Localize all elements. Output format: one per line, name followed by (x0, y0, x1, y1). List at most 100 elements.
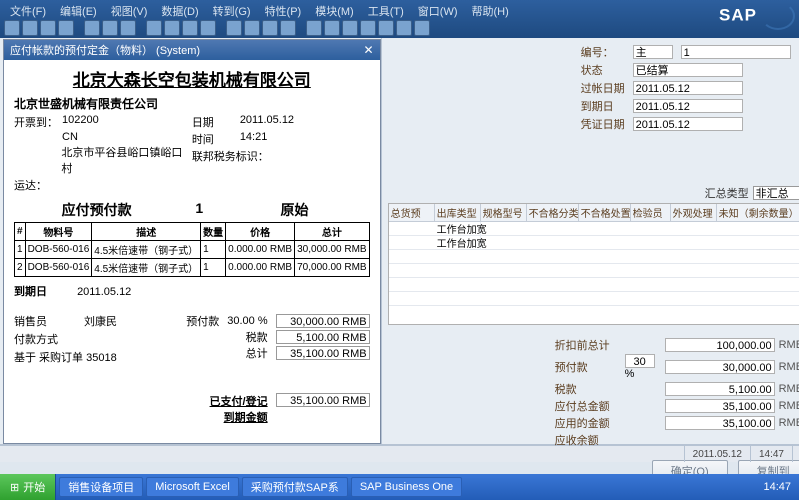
menu-props[interactable]: 特性(P) (261, 2, 306, 20)
tb-misc3-icon[interactable] (342, 20, 358, 36)
tb-nav-prev-icon[interactable] (164, 20, 180, 36)
menu-help[interactable]: 帮助(H) (468, 2, 513, 20)
taskbar-item[interactable]: 采购预付款SAP系 (242, 477, 348, 497)
sales-emp-label: 销售员 (14, 313, 84, 329)
menu-module[interactable]: 模块(M) (311, 2, 358, 20)
cell-total: 30,000.00 RMB (295, 241, 370, 259)
col-tab7[interactable]: 未知（剩余数量） (717, 204, 799, 221)
tb-save-icon[interactable] (40, 20, 56, 36)
tb-copy-icon[interactable] (102, 20, 118, 36)
unit-rmb: RMB (779, 417, 799, 429)
prepay-value2: 30,000.00 (665, 360, 775, 374)
pay-total-label: 应付总金额 (555, 398, 625, 414)
ship-to-label: 运达： (14, 177, 62, 193)
tb-print-icon[interactable] (58, 20, 74, 36)
tb-nav-first-icon[interactable] (146, 20, 162, 36)
summary-type-select[interactable]: 非汇总▾ (753, 186, 799, 200)
cell-no: 1 (15, 241, 26, 259)
col-tab5[interactable]: 检验员 (631, 204, 671, 221)
tb-export-icon[interactable] (262, 20, 278, 36)
doc-date: 2011.05.12 (240, 114, 294, 130)
summary-type-label: 汇总类型 (705, 185, 749, 201)
sum-tax-val: 5,100.00 RMB (276, 330, 370, 344)
menu-data[interactable]: 数据(D) (157, 2, 202, 20)
no-scheme-field[interactable]: 主 (633, 45, 673, 59)
tb-find-icon[interactable] (226, 20, 242, 36)
tb-paste-icon[interactable] (120, 20, 136, 36)
b1-form-panel: 编号： 主 1 状态 已结算 过帐日期 2011.05.12 到期日 2011.… (381, 38, 799, 444)
menu-edit[interactable]: 编辑(E) (56, 2, 101, 20)
sap-main-header: 文件(F) 编辑(E) 视图(V) 数据(D) 转到(G) 特性(P) 模块(M… (0, 0, 799, 38)
col-tab0[interactable]: 总货预 (389, 204, 435, 221)
col-code: 物料号 (25, 223, 92, 241)
taskbar-item[interactable]: SAP Business One (351, 477, 462, 497)
col-tab3[interactable]: 不合格分类 (527, 204, 579, 221)
grid-cell-desc: 工作台加宽 (435, 222, 481, 236)
sum-prepay-val: 30,000.00 RMB (276, 314, 370, 328)
doc-date-field[interactable]: 2011.05.12 (633, 117, 743, 131)
tb-settings-icon[interactable] (280, 20, 296, 36)
cell-price: 0.000.00 RMB (226, 241, 295, 259)
grid-row[interactable]: 工作台加宽 (389, 236, 799, 250)
col-tab1[interactable]: 出库类型 (435, 204, 481, 221)
pay-method-label: 付款方式 (14, 334, 58, 346)
cell-desc: 4.5米倍速带（钢子式） (92, 241, 201, 259)
col-tab4[interactable]: 不合格处置 (579, 204, 631, 221)
taskbar-item[interactable]: Microsoft Excel (146, 477, 239, 497)
status-date: 2011.05.12 (685, 446, 751, 462)
col-total: 总计 (295, 223, 370, 241)
unit-rmb: RMB (779, 383, 799, 395)
status-field: 已结算 (633, 63, 743, 77)
close-icon[interactable]: ✕ (364, 43, 374, 57)
system-tray[interactable]: 14:47 (755, 481, 799, 493)
col-tab2[interactable]: 规格型号 (481, 204, 527, 221)
tb-help-icon[interactable] (414, 20, 430, 36)
vendor-name: 北京世盛机械有限责任公司 (14, 95, 370, 112)
menu-window[interactable]: 窗口(W) (414, 2, 462, 20)
col-qty: 数量 (201, 223, 226, 241)
cell-code: DOB-560-016 (25, 259, 92, 277)
tb-cut-icon[interactable] (84, 20, 100, 36)
tb-misc6-icon[interactable] (396, 20, 412, 36)
preview-titlebar[interactable]: 应付帐款的预付定金（物料） (System) ✕ (4, 40, 380, 60)
col-tab6[interactable]: 外观处理 (671, 204, 717, 221)
summary-block: 预付款 30.00 % 30,000.00 RMB 税款 5,100.00 RM… (186, 313, 369, 367)
menu-goto[interactable]: 转到(G) (209, 2, 255, 20)
prepay-pct-field[interactable]: 30 (625, 354, 655, 368)
unit-rmb: RMB (779, 361, 799, 373)
cell-total: 70,000.00 RMB (295, 259, 370, 277)
due-date-field[interactable]: 2011.05.12 (633, 99, 743, 113)
tb-misc1-icon[interactable] (306, 20, 322, 36)
cell-desc: 4.5米倍速带（钢子式） (92, 259, 201, 277)
tb-nav-next-icon[interactable] (182, 20, 198, 36)
taskbar-item[interactable]: 销售设备项目 (59, 477, 143, 497)
based-on-label: 基于 采购订单 (14, 352, 83, 364)
tb-misc5-icon[interactable] (378, 20, 394, 36)
tb-open-icon[interactable] (22, 20, 38, 36)
main-menu-bar: 文件(F) 编辑(E) 视图(V) 数据(D) 转到(G) 特性(P) 模块(M… (0, 2, 513, 20)
menu-file[interactable]: 文件(F) (6, 2, 50, 20)
menu-tools[interactable]: 工具(T) (364, 2, 408, 20)
tb-misc4-icon[interactable] (360, 20, 376, 36)
items-grid[interactable]: 总货预 出库类型 规格型号 不合格分类 不合格处置 检验员 外观处理 未知（剩余… (388, 203, 799, 325)
post-date-field[interactable]: 2011.05.12 (633, 81, 743, 95)
tb-nav-last-icon[interactable] (200, 20, 216, 36)
menu-view[interactable]: 视图(V) (107, 2, 152, 20)
sum-paid-val: 35,100.00 RMB (276, 393, 370, 407)
tb-refresh-icon[interactable] (244, 20, 260, 36)
bill-to-line3: 北京市平谷县峪口镇峪口村 (61, 144, 191, 176)
tb-misc2-icon[interactable] (324, 20, 340, 36)
start-button[interactable]: ⊞ 开始 (0, 474, 56, 500)
tb-new-icon[interactable] (4, 20, 20, 36)
grid-row[interactable]: 工作台加宽 (389, 222, 799, 236)
preview-document: 北京大森长空包装机械有限公司 北京世盛机械有限责任公司 开票到：102200 C… (4, 60, 380, 443)
company-title: 北京大森长空包装机械有限公司 (14, 66, 370, 91)
sales-emp-value: 刘康民 (84, 316, 117, 328)
item-row: 2 DOB-560-016 4.5米倍速带（钢子式） 1 0.000.00 RM… (15, 259, 370, 277)
cell-qty: 1 (201, 241, 226, 259)
bill-to-line1: 102200 (62, 114, 99, 130)
sap-statusbar: 2011.05.12 14:47 (0, 444, 799, 462)
due-date-label2: 到期日 (581, 98, 633, 114)
section-original-title: 原始 (219, 200, 369, 220)
doc-no-field[interactable]: 1 (681, 45, 791, 59)
